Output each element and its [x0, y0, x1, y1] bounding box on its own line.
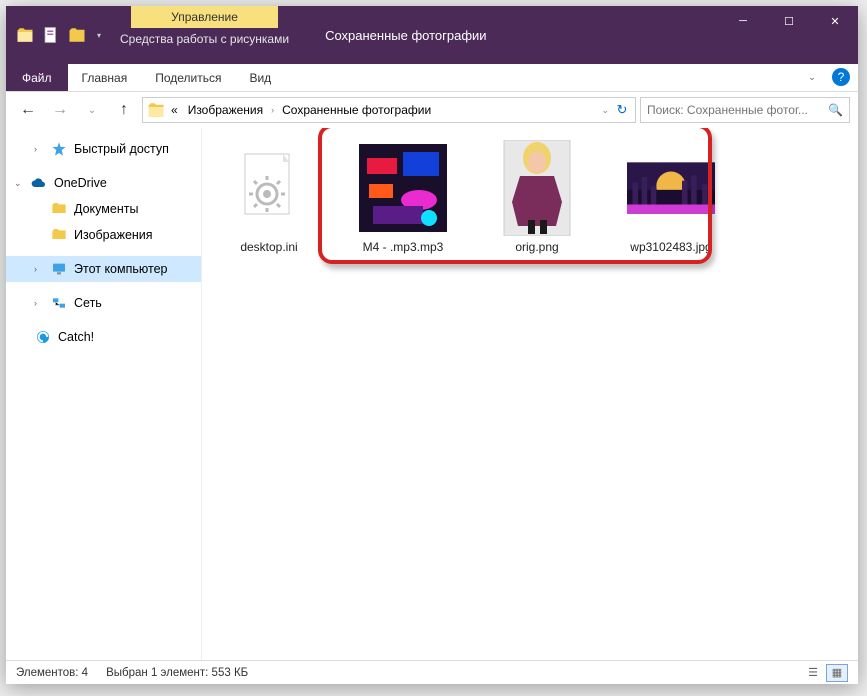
ribbon: Файл Главная Поделиться Вид ⌄ ?: [6, 64, 858, 92]
catch-icon: [34, 328, 52, 346]
view-toggle: ☰ ▦: [802, 664, 848, 682]
folder-icon: [50, 200, 68, 218]
context-sublabel: Средства работы с рисунками: [114, 28, 295, 50]
file-icon: [225, 140, 313, 236]
ribbon-context-group: Управление Средства работы с рисунками: [114, 6, 295, 64]
thumbnail: [627, 140, 715, 236]
navigation-pane: › Быстрый доступ ⌄ OneDrive Документы Из…: [6, 128, 202, 660]
thumbnail: [359, 140, 447, 236]
chevron-down-icon[interactable]: ⌄: [599, 105, 611, 116]
qat-dropdown-icon[interactable]: ▾: [94, 30, 104, 40]
minimize-button[interactable]: ─: [720, 6, 766, 36]
details-view-button[interactable]: ☰: [802, 664, 824, 682]
sidebar-item-documents[interactable]: Документы: [6, 196, 201, 222]
recent-dropdown-icon[interactable]: ⌄: [78, 96, 106, 124]
file-label: M4 - .mp3.mp3: [363, 240, 444, 254]
file-label: wp3102483.jpg: [630, 240, 711, 254]
tab-share[interactable]: Поделиться: [141, 64, 235, 91]
window-title: Сохраненные фотографии: [295, 6, 720, 64]
file-tab[interactable]: Файл: [6, 64, 68, 91]
status-selection: Выбран 1 элемент: 553 КБ: [106, 667, 248, 679]
status-item-count: Элементов: 4: [16, 667, 88, 679]
maximize-button[interactable]: ☐: [766, 6, 812, 36]
status-bar: Элементов: 4 Выбран 1 элемент: 553 КБ ☰ …: [6, 660, 858, 684]
sidebar-item-pictures[interactable]: Изображения: [6, 222, 201, 248]
chevron-right-icon[interactable]: ›: [269, 105, 276, 115]
ribbon-collapse-icon[interactable]: ⌄: [800, 64, 824, 91]
tree-label: OneDrive: [54, 176, 107, 190]
monitor-icon: [50, 260, 68, 278]
window-controls: ─ ☐ ✕: [720, 6, 858, 64]
up-button[interactable]: ↑: [110, 96, 138, 124]
cloud-icon: [30, 174, 48, 192]
file-item-desktop-ini[interactable]: desktop.ini: [214, 140, 324, 254]
address-bar[interactable]: « Изображения › Сохраненные фотографии ⌄…: [142, 97, 636, 123]
address-row: ← → ⌄ ↑ « Изображения › Сохраненные фото…: [6, 92, 858, 128]
context-tab-label[interactable]: Управление: [131, 6, 278, 28]
chevron-down-icon[interactable]: ⌄: [14, 178, 24, 189]
sidebar-item-catch[interactable]: Catch!: [6, 324, 201, 350]
tree-label: Изображения: [74, 228, 153, 242]
tree-label: Этот компьютер: [74, 262, 167, 276]
breadcrumb[interactable]: Изображения: [184, 103, 267, 117]
chevron-right-icon[interactable]: ›: [34, 298, 44, 308]
sidebar-item-network[interactable]: › Сеть: [6, 290, 201, 316]
tree-label: Сеть: [74, 296, 102, 310]
chevron-right-icon[interactable]: ›: [34, 144, 44, 154]
folder-icon: [16, 26, 34, 44]
tree-label: Catch!: [58, 330, 94, 344]
sidebar-item-this-pc[interactable]: › Этот компьютер: [6, 256, 201, 282]
tab-picture-tools[interactable]: [285, 64, 465, 91]
file-item-mp3[interactable]: M4 - .mp3.mp3: [348, 140, 458, 254]
file-label: desktop.ini: [240, 240, 297, 254]
sidebar-item-quick-access[interactable]: › Быстрый доступ: [6, 136, 201, 162]
new-folder-icon[interactable]: [68, 26, 86, 44]
search-icon: 🔍: [828, 103, 843, 117]
tab-home[interactable]: Главная: [68, 64, 142, 91]
tree-label: Быстрый доступ: [74, 142, 169, 156]
close-button[interactable]: ✕: [812, 6, 858, 36]
titlebar: ▾ Управление Средства работы с рисунками…: [6, 6, 858, 64]
properties-icon[interactable]: [42, 26, 60, 44]
refresh-icon[interactable]: ↻: [613, 101, 631, 119]
explorer-window: ▾ Управление Средства работы с рисунками…: [6, 6, 858, 684]
tree-label: Документы: [74, 202, 138, 216]
breadcrumb[interactable]: Сохраненные фотографии: [278, 103, 435, 117]
file-grid: desktop.ini M4 - .mp3.mp3 orig.png: [214, 140, 846, 254]
search-input[interactable]: [647, 103, 828, 117]
tab-view[interactable]: Вид: [235, 64, 285, 91]
network-icon: [50, 294, 68, 312]
help-icon[interactable]: ?: [832, 68, 850, 86]
back-button[interactable]: ←: [14, 96, 42, 124]
chevron-right-icon[interactable]: ›: [34, 264, 44, 274]
folder-icon: [50, 226, 68, 244]
thumbnails-view-button[interactable]: ▦: [826, 664, 848, 682]
file-item-orig-png[interactable]: orig.png: [482, 140, 592, 254]
search-box[interactable]: 🔍: [640, 97, 850, 123]
sidebar-item-onedrive[interactable]: ⌄ OneDrive: [6, 170, 201, 196]
folder-icon: [147, 101, 165, 119]
file-item-wp-jpg[interactable]: wp3102483.jpg: [616, 140, 726, 254]
file-area[interactable]: desktop.ini M4 - .mp3.mp3 orig.png: [202, 128, 858, 660]
forward-button[interactable]: →: [46, 96, 74, 124]
quick-access-toolbar: ▾: [6, 6, 114, 64]
thumbnail: [493, 140, 581, 236]
file-label: orig.png: [515, 240, 558, 254]
breadcrumb[interactable]: «: [167, 103, 182, 117]
star-icon: [50, 140, 68, 158]
main-area: › Быстрый доступ ⌄ OneDrive Документы Из…: [6, 128, 858, 660]
